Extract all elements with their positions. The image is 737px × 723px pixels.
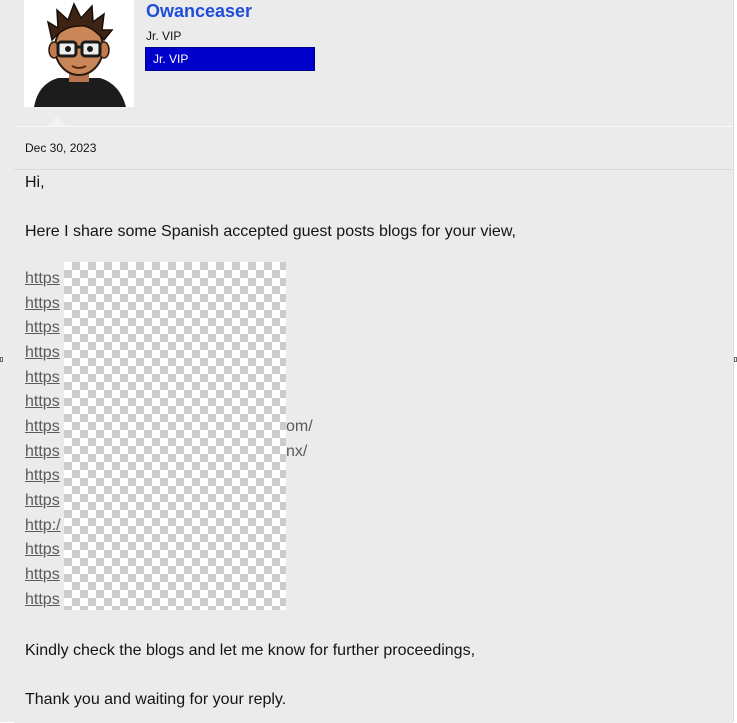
cartoon-avatar-icon <box>34 2 126 107</box>
redaction-overlay <box>64 262 286 610</box>
blog-link[interactable]: https <box>25 591 60 611</box>
blog-link[interactable]: https <box>25 344 60 364</box>
greeting-text: Hi, <box>25 174 45 191</box>
intro-text: Here I share some Spanish accepted guest… <box>25 223 516 240</box>
username-link[interactable]: Owanceaser <box>146 1 252 22</box>
blog-link[interactable]: https <box>25 566 60 586</box>
avatar[interactable] <box>24 0 134 107</box>
blog-link[interactable]: https <box>25 467 60 487</box>
user-banner: Jr. VIP <box>145 47 315 71</box>
blog-link[interactable]: https <box>25 319 60 339</box>
blog-link[interactable]: http:/ <box>25 517 61 537</box>
closing-text: Kindly check the blogs and let me know f… <box>25 642 476 659</box>
blog-link[interactable]: https <box>25 270 60 290</box>
blog-link[interactable]: https <box>25 492 60 512</box>
blog-link[interactable]: https <box>25 369 60 389</box>
signoff-text: Thank you and waiting for your reply. <box>25 691 287 708</box>
link-tail: nx/ <box>286 443 308 460</box>
link-tail: om/ <box>286 418 313 435</box>
message-pointer <box>47 116 67 126</box>
blog-link[interactable]: https <box>25 541 60 561</box>
header-divider <box>14 169 733 170</box>
blog-link[interactable]: https <box>25 393 60 413</box>
post-date[interactable]: Dec 30, 2023 <box>25 141 96 155</box>
resize-handle-left[interactable] <box>0 357 3 362</box>
blog-link[interactable]: https <box>25 295 60 315</box>
user-title: Jr. VIP <box>146 29 182 43</box>
